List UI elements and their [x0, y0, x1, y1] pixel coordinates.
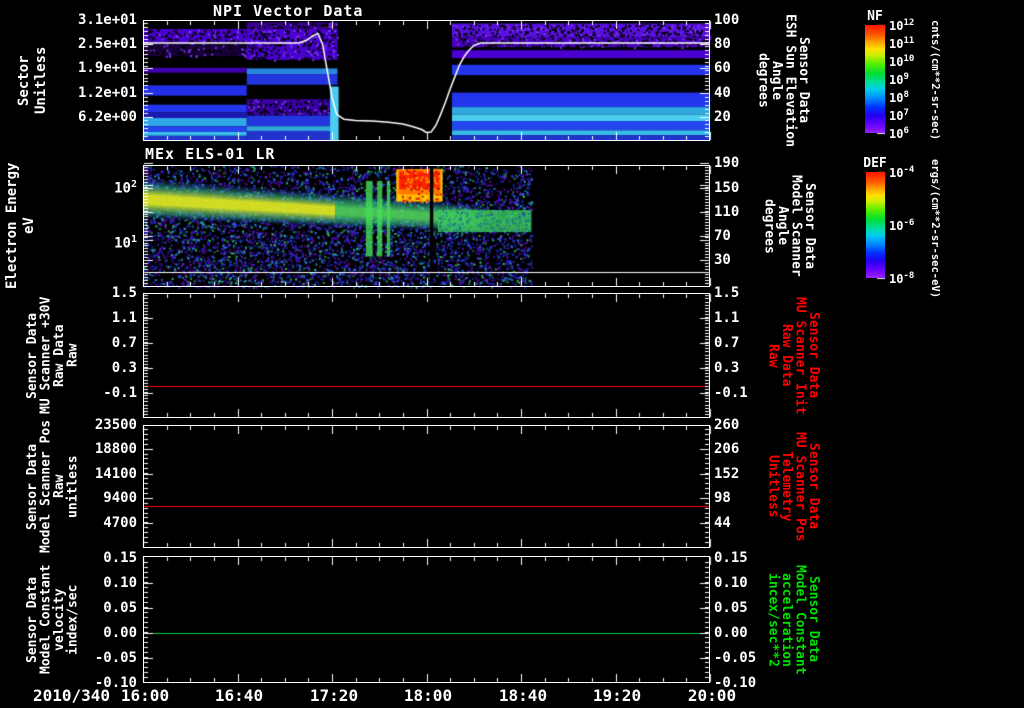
date-label: 2010/340 — [32, 686, 110, 705]
sddas-plot-screen: NPI Vector Data MEx ELS-01 LR 3.1e+01 2.… — [0, 0, 1024, 708]
panel5-frame — [143, 556, 710, 683]
x-tick-label: 16:40 — [214, 686, 264, 705]
panel3-left-axis-label: Sensor Data MU Scanner +30V Raw Data Raw — [25, 296, 81, 415]
panel4-left-axis-label: Sensor Data Model Scanner Pos Raw unitless — [25, 419, 81, 554]
panel1-left-axis-label: Sector Unitless — [16, 46, 49, 115]
panel3-frame — [143, 293, 710, 418]
panel5-right-axis-label: Sensor Data Model Constant acceleration in… — [765, 564, 822, 675]
panel4-right-axis-label: Sensor Data MU Scanner Pos Telemetry Unitl… — [765, 431, 822, 542]
colorbar-nf — [865, 25, 885, 133]
panel4-frame — [143, 425, 710, 548]
panel3-right-axis-label: Sensor Data MU Scanner Init Raw Data Raw — [765, 296, 822, 415]
y-tick-label: 1.2e+01 — [77, 85, 137, 101]
colorbar-units: cnts/(cm**2-sr-sec) — [929, 20, 941, 141]
x-tick-label: 18:00 — [403, 686, 453, 705]
panel2-frame — [143, 165, 710, 287]
panel5-left-axis-label: Sensor Data Model Constant velocity index/… — [25, 564, 81, 675]
panel2-title: MEx ELS-01 LR — [145, 145, 276, 163]
panel1-right-axis-label: Sensor Data ESH Sun Elevation Angle degree… — [755, 13, 812, 148]
panel1-title: NPI Vector Data — [213, 2, 364, 20]
x-tick-label: 20:00 — [687, 686, 737, 705]
y-tick-label: 101 — [114, 234, 137, 252]
panel2-left-axis-label: Electron Energy eV — [4, 162, 37, 290]
x-tick-label: 17:20 — [309, 686, 359, 705]
panel2-right-axis-label: Sensor Data Model Scanner Angle degrees — [761, 175, 818, 277]
colorbar-title: DEF — [863, 156, 887, 171]
x-tick-label: 19:20 — [592, 686, 642, 705]
colorbar-units: ergs/(cm**2-sr-sec-eV) — [929, 159, 941, 299]
y-tick-label: 1.9e+01 — [77, 60, 137, 76]
x-tick-label: 18:40 — [498, 686, 548, 705]
y-tick-label: 3.1e+01 — [77, 12, 137, 28]
y-tick-label: 2.5e+01 — [77, 36, 137, 52]
y-tick-label: 102 — [114, 179, 137, 197]
panel1-frame — [143, 20, 710, 141]
x-tick-label: 16:00 — [120, 686, 170, 705]
colorbar-title: NF — [867, 9, 883, 24]
y-tick-label: 6.2e+00 — [77, 109, 137, 125]
colorbar-def — [866, 172, 885, 278]
